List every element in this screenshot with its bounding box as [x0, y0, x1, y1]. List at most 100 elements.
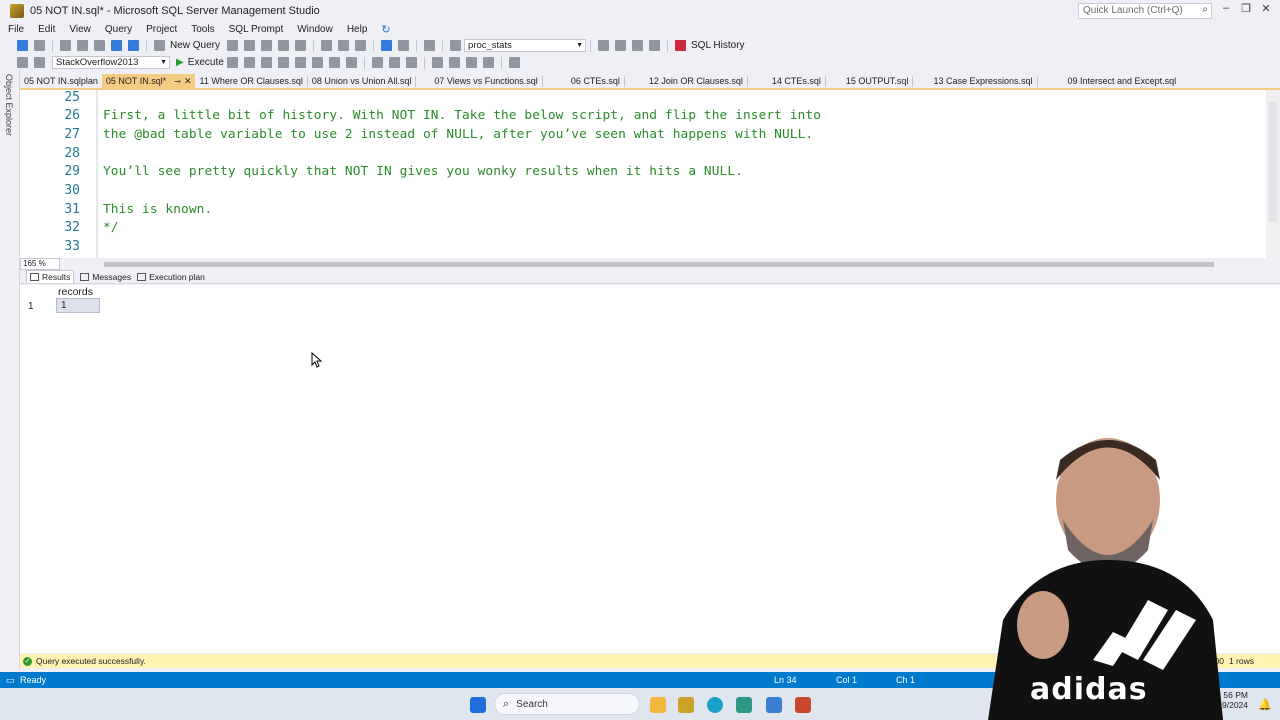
tab-12-join-or-clauses[interactable]: 12 Join OR Clauses.sql: [645, 74, 747, 89]
back-icon[interactable]: [17, 40, 28, 51]
tab-14-ctes[interactable]: 14 CTEs.sql: [768, 74, 825, 89]
xmla-query-icon[interactable]: [295, 40, 307, 51]
cut-icon[interactable]: [321, 40, 333, 51]
tab-messages[interactable]: Messages: [80, 272, 131, 282]
photos-icon[interactable]: [766, 697, 782, 713]
tab-15-output[interactable]: 15 OUTPUT.sql: [842, 74, 913, 89]
analysis-query-icon[interactable]: [244, 40, 256, 51]
maximize-button[interactable]: ❐: [1236, 2, 1256, 18]
intellisense-icon[interactable]: [294, 57, 306, 68]
client-stats-icon[interactable]: [345, 57, 357, 68]
increase-indent-icon[interactable]: [482, 57, 494, 68]
specify-values-icon[interactable]: [508, 57, 520, 68]
find-icon[interactable]: [450, 40, 462, 51]
menu-project[interactable]: Project: [146, 24, 177, 35]
tab-execution-plan[interactable]: Execution plan: [137, 272, 205, 282]
tab-07-views-vs-functions[interactable]: 07 Views vs Functions.sql: [430, 74, 541, 89]
app-icon[interactable]: [736, 697, 752, 713]
editor-horizontal-scrollbar[interactable]: [64, 259, 1264, 269]
menu-sql-prompt[interactable]: SQL Prompt: [229, 24, 284, 35]
save-all-icon[interactable]: [128, 40, 139, 51]
windows-start-icon[interactable]: [470, 697, 486, 713]
forward-icon[interactable]: [34, 40, 45, 51]
results-to-grid-icon[interactable]: [388, 57, 400, 68]
available-databases-combo[interactable]: StackOverflow2013 ▼: [52, 56, 170, 69]
ssms-taskbar-icon[interactable]: [678, 697, 694, 713]
open-file-icon[interactable]: [94, 40, 105, 51]
parse-icon[interactable]: [243, 57, 255, 68]
proc-search-combo[interactable]: proc_stats ▼: [464, 39, 587, 52]
close-icon[interactable]: ✕: [184, 76, 192, 86]
cancel-query-icon[interactable]: [226, 57, 238, 68]
undo-icon[interactable]: [381, 40, 393, 51]
results-to-file-icon[interactable]: [405, 57, 417, 68]
window-layout-icon[interactable]: [649, 40, 661, 51]
menu-view[interactable]: View: [69, 24, 91, 35]
code-line[interactable]: */: [103, 220, 119, 235]
results-to-text-icon[interactable]: [371, 57, 383, 68]
new-query-button[interactable]: New Query: [170, 40, 220, 51]
decrease-indent-icon[interactable]: [465, 57, 477, 68]
change-connection-icon[interactable]: [34, 57, 45, 68]
object-explorer-strip[interactable]: Object Explorer: [0, 70, 20, 670]
wrench-icon[interactable]: [615, 40, 627, 51]
object-explorer-icon[interactable]: [598, 40, 610, 51]
code-line[interactable]: This is known.: [103, 202, 212, 217]
tab-05-not-in-sql[interactable]: 05 NOT IN.sql* ⊸ ✕: [101, 74, 196, 89]
new-query-icon[interactable]: [154, 40, 165, 51]
toolbox-icon[interactable]: [632, 40, 644, 51]
uncomment-icon[interactable]: [448, 57, 460, 68]
menu-window[interactable]: Window: [297, 24, 333, 35]
refresh-icon[interactable]: ↻: [381, 23, 390, 36]
menu-tools[interactable]: Tools: [191, 24, 214, 35]
actual-plan-icon[interactable]: [311, 57, 323, 68]
edge-icon[interactable]: [707, 697, 723, 713]
scroll-thumb[interactable]: [1269, 102, 1277, 222]
zoom-combo[interactable]: 165 %: [20, 258, 60, 270]
tab-13-case-expressions[interactable]: 13 Case Expressions.sql: [929, 74, 1036, 89]
paste-icon[interactable]: [355, 40, 367, 51]
query-options-icon[interactable]: [277, 57, 289, 68]
tab-results[interactable]: Results: [26, 270, 75, 283]
file-explorer-icon[interactable]: [650, 697, 666, 713]
result-cell[interactable]: 1: [56, 298, 100, 313]
new-project-icon[interactable]: [60, 40, 71, 51]
tab-11-where-or-clauses[interactable]: 11 Where OR Clauses.sql: [195, 74, 306, 89]
live-stats-icon[interactable]: [328, 57, 340, 68]
editor-vertical-scrollbar[interactable]: [1266, 90, 1280, 258]
quick-launch-input[interactable]: Quick Launch (Ctrl+Q) ⌕: [1078, 3, 1212, 19]
taskbar-search[interactable]: ⌕ Search: [494, 693, 640, 715]
pin-icon[interactable]: ⊸: [174, 77, 181, 86]
sql-history-button[interactable]: SQL History: [691, 40, 745, 51]
column-header-records[interactable]: records: [58, 286, 93, 298]
code-line[interactable]: You’ll see pretty quickly that NOT IN gi…: [103, 164, 743, 179]
menu-help[interactable]: Help: [347, 24, 368, 35]
redo-icon[interactable]: [398, 40, 410, 51]
scroll-thumb[interactable]: [104, 262, 1214, 267]
menu-file[interactable]: File: [8, 24, 24, 35]
powerpoint-icon[interactable]: [795, 697, 811, 713]
estimated-plan-icon[interactable]: [260, 57, 272, 68]
notification-bell-icon[interactable]: 🔔: [1258, 698, 1272, 711]
close-button[interactable]: ✕: [1256, 2, 1276, 18]
code-line[interactable]: the @bad table variable to use 2 instead…: [103, 127, 813, 142]
code-line[interactable]: First, a little bit of history. With NOT…: [103, 108, 821, 123]
menu-query[interactable]: Query: [105, 24, 132, 35]
comment-icon[interactable]: [431, 57, 443, 68]
tab-05-not-in-sqlplan[interactable]: 05 NOT IN.sqlplan: [20, 74, 102, 89]
tab-06-ctes[interactable]: 06 CTEs.sql: [567, 74, 624, 89]
sql-history-icon[interactable]: [675, 40, 687, 51]
mdx-query-icon[interactable]: [261, 40, 273, 51]
tab-09-intersect-and-except[interactable]: 09 Intersect and Except.sql: [1064, 74, 1181, 89]
minimize-button[interactable]: –: [1216, 2, 1236, 18]
menu-edit[interactable]: Edit: [38, 24, 55, 35]
tab-08-union-vs-union-all[interactable]: 08 Union vs Union All.sql: [308, 74, 416, 89]
execute-button[interactable]: ▶ Execute: [176, 57, 224, 68]
database-engine-query-icon[interactable]: [227, 40, 239, 51]
solution-config-icon[interactable]: [424, 40, 436, 51]
dmx-query-icon[interactable]: [278, 40, 290, 51]
save-icon[interactable]: [111, 40, 122, 51]
row-number[interactable]: 1: [28, 301, 34, 312]
add-item-icon[interactable]: [77, 40, 88, 51]
connect-icon[interactable]: [17, 57, 28, 68]
